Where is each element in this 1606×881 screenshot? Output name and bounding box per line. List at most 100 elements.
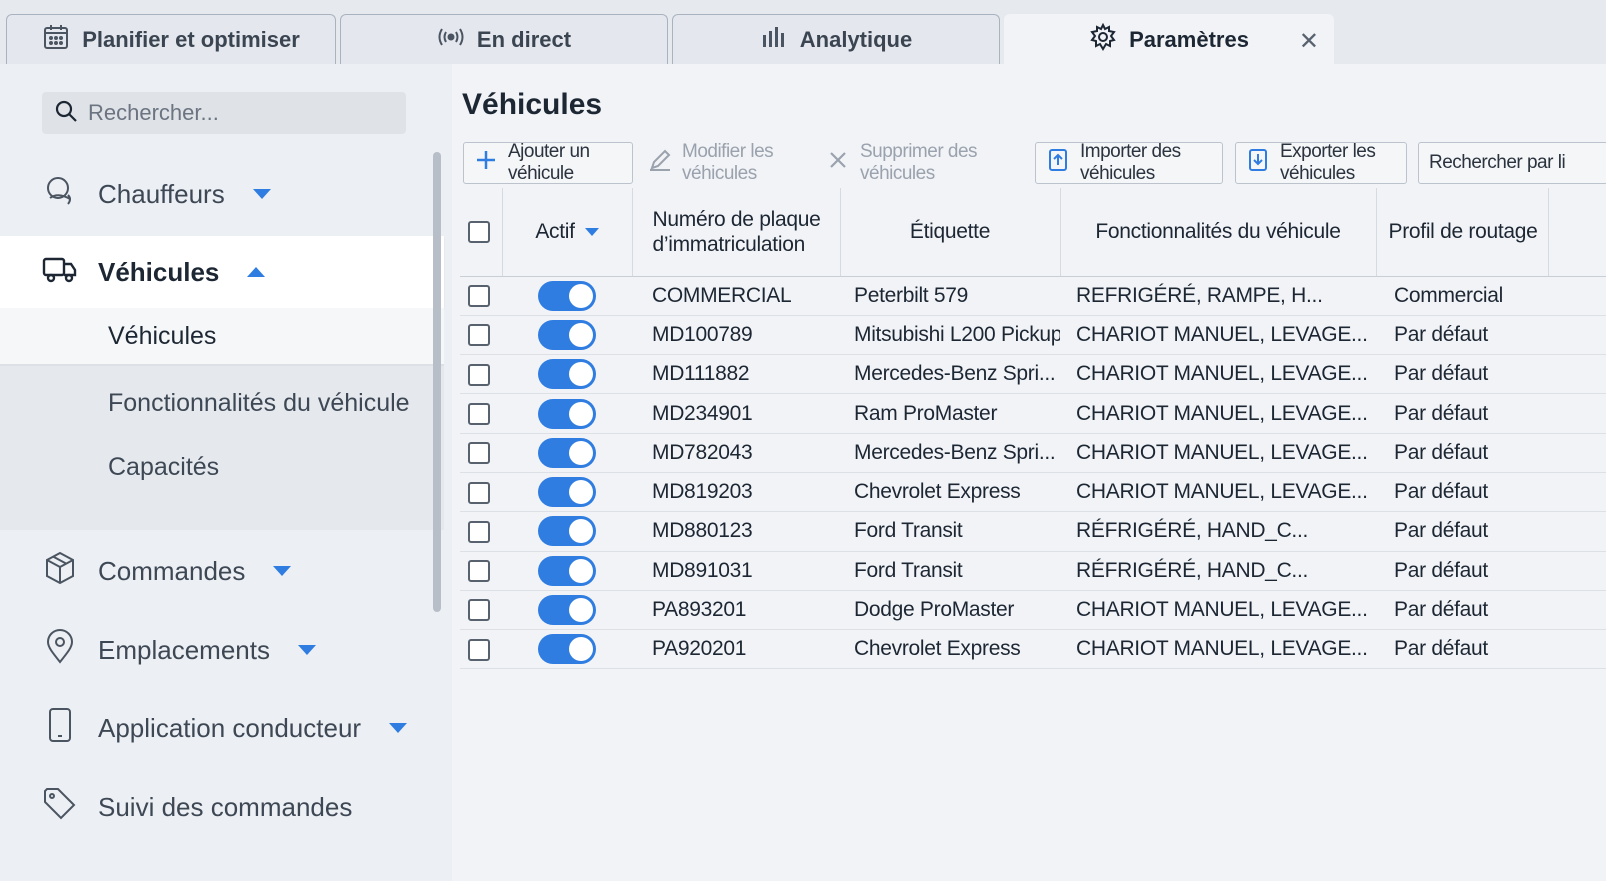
row-checkbox[interactable]	[468, 402, 490, 425]
plate-cell: MD819203	[632, 472, 840, 513]
bar-chart-icon	[760, 23, 788, 57]
sidebar-item-application-conducteur[interactable]: Application conducteur	[0, 698, 444, 758]
plate-cell: PA893201	[632, 590, 840, 631]
active-toggle[interactable]	[538, 319, 596, 350]
search-input[interactable]	[88, 100, 388, 126]
close-tab-icon[interactable]: ✕	[1299, 27, 1319, 56]
sidebar-scrollbar[interactable]	[433, 152, 441, 612]
truck-icon	[42, 251, 78, 294]
column-header-plaque[interactable]: Numéro de plaque d’immatriculation	[631, 188, 840, 277]
row-checkbox[interactable]	[468, 599, 490, 622]
active-toggle[interactable]	[538, 555, 596, 586]
add-vehicle-button[interactable]: Ajouter un véhicule	[463, 141, 633, 184]
package-icon	[42, 550, 78, 593]
plate-cell: MD234901	[632, 393, 840, 434]
delete-vehicles-button[interactable]: Supprimer des véhicules	[815, 141, 1007, 184]
label-cell: Chevrolet Express	[840, 629, 1060, 670]
tab-analytique[interactable]: Analytique	[672, 14, 1000, 64]
active-toggle[interactable]	[538, 595, 596, 626]
table-row[interactable]: MD111882 Mercedes-Benz Spri... CHARIOT MAN…	[460, 354, 1606, 395]
tab-planifier[interactable]: Planifier et optimiser	[6, 14, 336, 64]
export-vehicles-button[interactable]: Exporter les véhicules	[1235, 141, 1407, 184]
import-vehicles-button[interactable]: Importer des véhicules	[1035, 141, 1223, 184]
features-cell: CHARIOT MANUEL, LEVAGE...	[1060, 472, 1376, 513]
active-toggle[interactable]	[538, 516, 596, 547]
table-row[interactable]: MD234901 Ram ProMaster CHARIOT MANUEL, LEV…	[460, 393, 1606, 434]
row-checkbox[interactable]	[468, 363, 490, 386]
tab-parametres[interactable]: Paramètres ✕	[1004, 14, 1334, 64]
search-by-button[interactable]: Rechercher par li	[1418, 142, 1606, 184]
column-header-profil[interactable]: Profil de routage	[1375, 188, 1548, 277]
select-all-checkbox[interactable]	[468, 221, 490, 244]
table-row[interactable]: MD819203 Chevrolet Express CHARIOT MANUEL,…	[460, 472, 1606, 513]
row-checkbox[interactable]	[468, 481, 490, 504]
features-cell: CHARIOT MANUEL, LEVAGE...	[1060, 590, 1376, 631]
sidebar-subitem-vehicules[interactable]: Véhicules	[0, 308, 444, 366]
active-toggle[interactable]	[538, 359, 596, 390]
table-row[interactable]: MD100789 Mitsubishi L200 Pickup CHARIOT MA…	[460, 315, 1606, 356]
sidebar-item-vehicules[interactable]: Véhicules	[0, 236, 444, 308]
row-active-cell	[502, 354, 632, 395]
extra-cell	[1548, 433, 1606, 473]
subitem-label: Véhicules	[108, 321, 217, 350]
label-cell: Ford Transit	[840, 511, 1060, 552]
active-toggle[interactable]	[538, 398, 596, 429]
row-checkbox[interactable]	[468, 638, 490, 661]
button-label: Supprimer des véhicules	[860, 141, 978, 184]
row-checkbox[interactable]	[468, 520, 490, 543]
table-row[interactable]: PA920201 Chevrolet Express CHARIOT MANUEL,…	[460, 629, 1606, 670]
column-header-actif[interactable]: Actif	[501, 188, 632, 277]
sidebar-item-commandes[interactable]: Commandes	[0, 541, 444, 601]
table-row[interactable]: MD880123 Ford Transit RÉFRIGÉRÉ, HAND_C...…	[460, 511, 1606, 552]
label-cell: Dodge ProMaster	[840, 590, 1060, 631]
column-label: Fonctionnalités du véhicule	[1095, 219, 1341, 243]
column-header-fonctionnalites[interactable]: Fonctionnalités du véhicule	[1059, 188, 1376, 277]
sidebar-item-suivi-commandes[interactable]: Suivi des commandes	[0, 777, 444, 837]
plus-icon	[474, 148, 498, 178]
row-checkbox[interactable]	[468, 560, 490, 583]
sidebar-subitem-fonctionnalites[interactable]: Fonctionnalités du véhicule	[0, 374, 444, 432]
sidebar-item-label: Commandes	[98, 555, 246, 586]
row-checkbox[interactable]	[468, 324, 490, 347]
active-toggle[interactable]	[538, 280, 596, 311]
routing-cell: Par défaut	[1376, 433, 1548, 473]
extra-cell	[1548, 276, 1606, 316]
row-active-cell	[502, 551, 632, 591]
button-label: Rechercher par li	[1429, 152, 1566, 173]
routing-cell: Par défaut	[1376, 551, 1548, 591]
tab-label: Planifier et optimiser	[82, 26, 300, 52]
sidebar-item-emplacements[interactable]: Emplacements	[0, 620, 444, 680]
features-cell: RÉFRIGÉRÉ, HAND_C...	[1060, 551, 1376, 591]
tab-label: En direct	[476, 26, 572, 52]
active-toggle[interactable]	[538, 477, 596, 508]
table-row[interactable]: COMMERCIAL Peterbilt 579 REFRIGÉRÉ, RAMPE,…	[460, 276, 1606, 316]
sort-down-icon[interactable]	[584, 228, 599, 237]
sidebar-subitem-capacites[interactable]: Capacités	[0, 438, 444, 496]
features-cell: CHARIOT MANUEL, LEVAGE...	[1060, 629, 1376, 670]
active-toggle[interactable]	[538, 634, 596, 665]
row-checkbox[interactable]	[468, 285, 490, 308]
row-active-cell	[502, 511, 632, 552]
row-checkbox[interactable]	[468, 442, 490, 465]
close-icon	[826, 148, 850, 178]
row-active-cell	[502, 393, 632, 434]
extra-cell	[1548, 511, 1606, 552]
sidebar-search[interactable]	[42, 92, 406, 134]
column-label: Actif	[535, 219, 575, 243]
routing-cell: Par défaut	[1376, 511, 1548, 552]
tab-en-direct[interactable]: En direct	[340, 14, 668, 64]
row-select-cell	[460, 354, 502, 395]
table-row[interactable]: MD782043 Mercedes-Benz Spri... CHARIOT MAN…	[460, 433, 1606, 473]
table-row[interactable]: PA893201 Dodge ProMaster CHARIOT MANUEL, L…	[460, 590, 1606, 631]
table-row[interactable]: MD891031 Ford Transit RÉFRIGÉRÉ, HAND_C...…	[460, 551, 1606, 591]
sidebar-item-chauffeurs[interactable]: Chauffeurs	[0, 164, 444, 224]
button-label: Modifier les véhicules	[682, 141, 774, 184]
extra-cell	[1548, 629, 1606, 670]
extra-cell	[1548, 354, 1606, 395]
upload-icon	[1046, 148, 1070, 178]
active-toggle[interactable]	[538, 437, 596, 468]
features-cell: CHARIOT MANUEL, LEVAGE...	[1060, 393, 1376, 434]
extra-cell	[1548, 590, 1606, 631]
edit-vehicles-button[interactable]: Modifier les véhicules	[637, 141, 809, 184]
column-header-etiquette[interactable]: Étiquette	[839, 188, 1060, 277]
